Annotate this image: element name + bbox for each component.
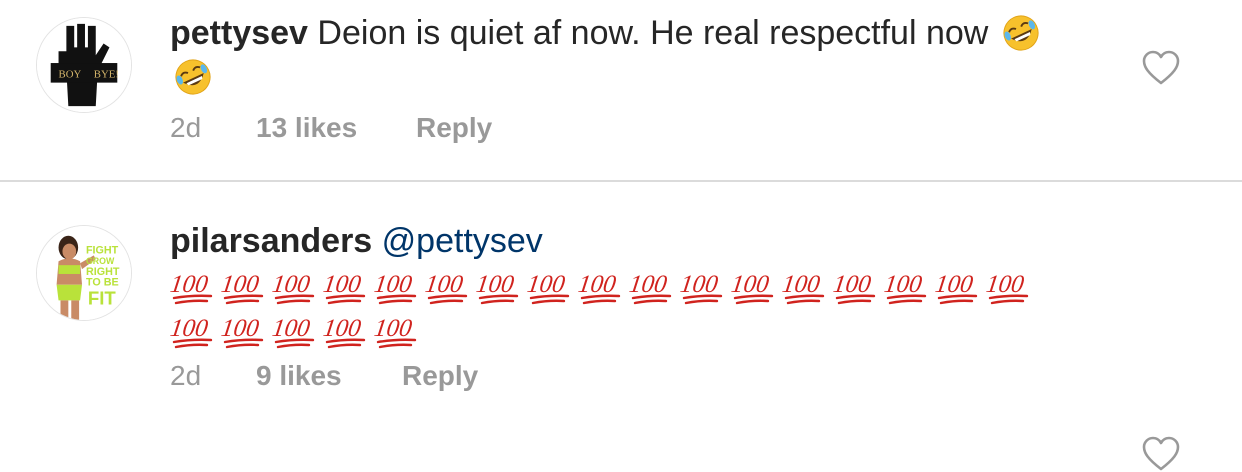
hundred-points-icon: 100 bbox=[629, 265, 680, 309]
likes-count[interactable]: 13 likes bbox=[256, 112, 416, 144]
svg-text:100: 100 bbox=[527, 271, 567, 298]
svg-text:100: 100 bbox=[425, 271, 465, 298]
comment-age: 2d bbox=[170, 112, 202, 143]
svg-text:100: 100 bbox=[731, 271, 771, 298]
hundred-points-icon: 100 bbox=[170, 309, 221, 353]
svg-text:100: 100 bbox=[374, 271, 414, 298]
hundred-points-icon: 100 bbox=[935, 265, 986, 309]
hundred-points-icon: 100 bbox=[986, 265, 1037, 309]
avatar-text-5: FIT bbox=[88, 287, 117, 308]
rolling-on-floor-laughing-icon bbox=[174, 58, 212, 96]
hundred-points-icon: 100 bbox=[782, 265, 833, 309]
likes-count[interactable]: 9 likes bbox=[256, 360, 402, 392]
avatar-text-1: FIGHT bbox=[86, 244, 119, 256]
heart-outline-icon[interactable] bbox=[1142, 436, 1180, 472]
svg-text:100: 100 bbox=[323, 271, 363, 298]
svg-text:100: 100 bbox=[833, 271, 873, 298]
avatar-text-right: BYE! bbox=[94, 69, 119, 81]
avatar-pilarsanders[interactable]: FIGHT GROW RIGHT TO BE FIT bbox=[36, 225, 132, 321]
svg-text:100: 100 bbox=[782, 271, 822, 298]
comment-pilarsanders: FIGHT GROW RIGHT TO BE FIT pilarsanders … bbox=[0, 182, 1242, 471]
comment-meta: 2d 13 likes Reply bbox=[170, 112, 492, 144]
hundred-points-icon: 100 bbox=[170, 265, 221, 309]
hundred-points-icon: 100 bbox=[425, 265, 476, 309]
svg-text:100: 100 bbox=[935, 271, 975, 298]
hundred-points-icon: 100 bbox=[374, 265, 425, 309]
avatar-text-2: GROW bbox=[86, 256, 115, 266]
hundred-points-icon: 100 bbox=[680, 265, 731, 309]
hundred-points-icon: 100 bbox=[323, 309, 374, 353]
hundred-points-icon: 100 bbox=[221, 265, 272, 309]
hundred-points-icon: 100 bbox=[476, 265, 527, 309]
reply-button[interactable]: Reply bbox=[416, 112, 492, 144]
comment-age: 2d bbox=[170, 360, 202, 391]
comment-body: pettysev Deion is quiet af now. He real … bbox=[170, 11, 1070, 99]
hundred-points-emoji-list: 100 100 100 100 100 100 100 100 100 100 100 100 100 1… bbox=[170, 265, 1050, 353]
svg-text:100: 100 bbox=[323, 315, 363, 342]
svg-text:100: 100 bbox=[476, 271, 516, 298]
hundred-points-icon: 100 bbox=[272, 265, 323, 309]
reply-button[interactable]: Reply bbox=[402, 360, 478, 392]
svg-text:100: 100 bbox=[170, 271, 210, 298]
hundred-points-icon: 100 bbox=[527, 265, 578, 309]
svg-text:100: 100 bbox=[170, 315, 210, 342]
comment-body: pilarsanders @pettysev 100 100 100 100 100 10… bbox=[170, 219, 1070, 353]
svg-text:100: 100 bbox=[578, 271, 618, 298]
mention-link[interactable]: @pettysev bbox=[382, 222, 543, 260]
svg-text:100: 100 bbox=[680, 271, 720, 298]
hundred-points-icon: 100 bbox=[374, 309, 425, 353]
rolling-on-floor-laughing-icon bbox=[1002, 14, 1040, 52]
username[interactable]: pilarsanders bbox=[170, 222, 372, 260]
svg-text:100: 100 bbox=[629, 271, 669, 298]
svg-text:100: 100 bbox=[884, 271, 924, 298]
svg-text:100: 100 bbox=[221, 271, 261, 298]
avatar-text-left: BOY bbox=[59, 69, 82, 81]
hundred-points-icon: 100 bbox=[884, 265, 935, 309]
hundred-points-icon: 100 bbox=[323, 265, 374, 309]
username[interactable]: pettysev bbox=[170, 14, 308, 52]
comment-text: Deion is quiet af now. He real respectfu… bbox=[317, 14, 989, 52]
svg-text:100: 100 bbox=[272, 315, 312, 342]
heart-outline-icon[interactable] bbox=[1142, 50, 1180, 86]
svg-text:100: 100 bbox=[221, 315, 261, 342]
hundred-points-icon: 100 bbox=[731, 265, 782, 309]
hundred-points-icon: 100 bbox=[833, 265, 884, 309]
avatar-pettysev[interactable]: BOY BYE! bbox=[36, 17, 132, 113]
comment-meta: 2d 9 likes Reply bbox=[170, 360, 478, 392]
svg-text:100: 100 bbox=[374, 315, 414, 342]
comment-pettysev: BOY BYE! pettysev Deion is quiet af now.… bbox=[0, 0, 1242, 181]
svg-text:100: 100 bbox=[272, 271, 312, 298]
hundred-points-icon: 100 bbox=[578, 265, 629, 309]
hundred-points-icon: 100 bbox=[221, 309, 272, 353]
hundred-points-icon: 100 bbox=[272, 309, 323, 353]
svg-text:100: 100 bbox=[986, 271, 1026, 298]
